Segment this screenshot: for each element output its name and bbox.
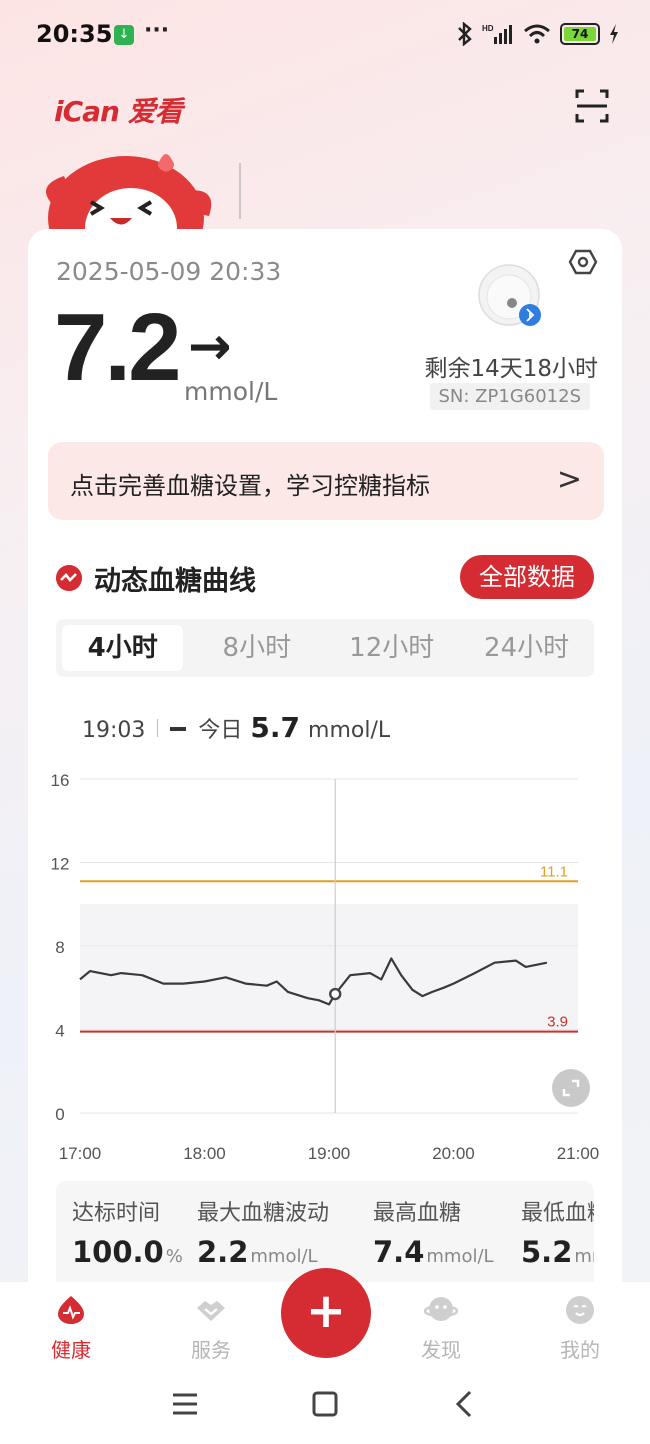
stat-highest-glucose: 最高血糖 7.4 mmol/L — [373, 1195, 494, 1269]
charging-icon — [610, 24, 618, 44]
expand-chart-button[interactable] — [552, 1069, 590, 1107]
cellular-signal-icon: HD — [482, 24, 512, 44]
all-data-button[interactable]: 全部数据 — [460, 555, 594, 599]
glucose-chart[interactable]: 0 4 8 12 16 17:00 18:00 19:00 20:00 21:00 11.1 3.9 — [28, 749, 622, 1169]
stat-label: 最大血糖波动 — [197, 1201, 330, 1226]
status-right-icons: HD 74 — [456, 22, 620, 46]
add-record-button[interactable]: + — [281, 1268, 371, 1358]
heart-pulse-icon — [58, 1296, 84, 1324]
expand-icon — [562, 1079, 580, 1097]
tab-24h[interactable]: 24小时 — [459, 619, 594, 677]
tab-8h[interactable]: 8小时 — [189, 619, 324, 677]
x-tick-label: 19:00 — [308, 1144, 351, 1163]
sensor-remaining-time: 剩余14天18小时 — [424, 356, 598, 382]
high-threshold-label: 11.1 — [540, 863, 568, 880]
nav-discover[interactable]: 发现 — [401, 1282, 481, 1363]
scan-icon[interactable] — [574, 88, 610, 124]
bluetooth-icon — [458, 22, 472, 46]
status-time: 20:35 — [36, 20, 113, 48]
tab-12h[interactable]: 12小时 — [324, 619, 459, 677]
app-logo: iCan 爱看 — [54, 95, 183, 128]
stat-value: 2.2 — [197, 1235, 249, 1269]
nav-mine[interactable]: 我的 — [540, 1282, 620, 1363]
nav-service[interactable]: 服务 — [171, 1282, 251, 1363]
readout-time: 19:03 — [82, 718, 146, 743]
tab-4h[interactable]: 4小时 — [62, 625, 184, 671]
readout-separator — [157, 719, 159, 737]
battery-icon: 74 — [560, 23, 600, 45]
back-chevron-icon[interactable] — [445, 1384, 485, 1424]
stat-unit: mmol/L — [250, 1246, 318, 1267]
y-tick-label: 4 — [55, 1022, 64, 1041]
nav-label: 服务 — [191, 1338, 231, 1362]
planet-icon — [423, 1297, 459, 1321]
stat-in-range-time: 达标时间 100.0% — [72, 1195, 183, 1269]
series-legend-swatch — [170, 727, 187, 731]
settings-hexagon-icon[interactable] — [568, 247, 598, 277]
download-icon: ↓ — [114, 25, 134, 45]
reading-datetime: 2025-05-09 20:33 — [56, 257, 282, 286]
sensor-serial-number: SN: ZP1G6012S — [429, 383, 590, 410]
status-bar: 20:35 ↓ ··· HD 74 — [0, 0, 650, 72]
x-tick-label: 21:00 — [557, 1144, 600, 1163]
sensor-device-icon[interactable] — [474, 263, 544, 333]
stat-unit: mmol/L — [426, 1246, 494, 1267]
mascot-image — [46, 154, 212, 236]
nav-label: 我的 — [560, 1338, 600, 1362]
glucose-curve-icon — [56, 565, 82, 591]
stat-unit: % — [165, 1246, 183, 1267]
low-threshold-label: 3.9 — [547, 1014, 568, 1031]
x-tick-label: 20:00 — [432, 1144, 475, 1163]
x-tick-label: 17:00 — [59, 1144, 102, 1163]
svg-text:HD: HD — [482, 24, 494, 33]
x-tick-label: 18:00 — [183, 1144, 226, 1163]
cursor-readout: 19:03 今日 5.7 mmol/L — [82, 711, 390, 744]
chevron-right-icon: > — [556, 462, 582, 497]
glucose-value: 7.2 — [54, 294, 181, 401]
readout-unit: mmol/L — [308, 718, 391, 743]
time-range-tabs: 4小时 8小时 12小时 24小时 — [56, 619, 594, 677]
glucose-card: 2025-05-09 20:33 7.2 → mmol/L 剩余14天18小时 … — [28, 229, 622, 1309]
glucose-unit: mmol/L — [184, 377, 278, 406]
y-tick-label: 8 — [55, 938, 64, 957]
nav-health[interactable]: 健康 — [31, 1282, 111, 1363]
section-title: 动态血糖曲线 — [94, 566, 256, 597]
status-more-dots: ··· — [144, 18, 170, 43]
wifi-icon — [524, 24, 550, 44]
readout-series: 今日 — [198, 718, 243, 743]
banner-text: 点击完善血糖设置，学习控糖指标 — [70, 472, 430, 500]
readout-value: 5.7 — [250, 711, 301, 744]
stat-value: 5.2 — [521, 1235, 573, 1269]
y-tick-label: 16 — [51, 771, 70, 790]
profile-face-icon — [566, 1296, 594, 1324]
cursor-point — [329, 987, 342, 1001]
nav-label: 健康 — [51, 1338, 91, 1362]
stat-lowest-glucose: 最低血糖 5.2mmol/L — [521, 1195, 594, 1269]
home-square-icon[interactable] — [305, 1384, 345, 1424]
settings-banner[interactable]: 点击完善血糖设置，学习控糖指标 > — [48, 442, 604, 520]
y-tick-label: 0 — [55, 1105, 64, 1124]
menu-icon[interactable] — [165, 1384, 205, 1424]
stat-max-fluctuation: 最大血糖波动 2.2 mmol/L — [197, 1195, 329, 1269]
stat-label: 达标时间 — [72, 1201, 161, 1226]
system-nav-bar — [0, 1362, 650, 1444]
handshake-icon — [197, 1301, 225, 1321]
stat-label: 最低血糖 — [521, 1201, 594, 1226]
battery-level: 74 — [564, 27, 596, 41]
target-range-band — [80, 904, 578, 1032]
stat-label: 最高血糖 — [373, 1201, 462, 1226]
header-divider — [239, 163, 241, 219]
stat-value: 7.4 — [373, 1235, 425, 1269]
nav-label: 发现 — [421, 1338, 461, 1362]
y-tick-label: 12 — [51, 855, 70, 874]
stat-unit: mmol/L — [574, 1246, 594, 1267]
stat-value: 100.0 — [72, 1235, 164, 1269]
trend-arrow-icon: → — [188, 317, 232, 377]
